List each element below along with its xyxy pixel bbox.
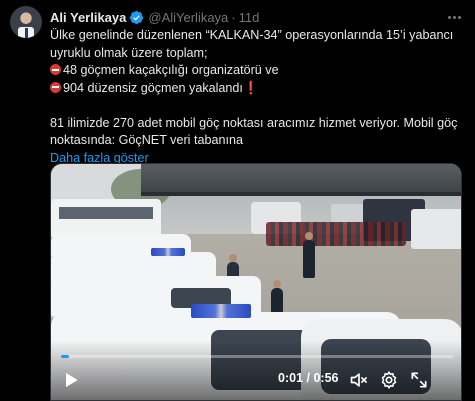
scene-bus bbox=[51, 199, 161, 239]
scene-police-light bbox=[191, 304, 251, 318]
play-icon[interactable] bbox=[61, 370, 81, 390]
tweet-line-3-text: 904 düzensiz göçmen yakalandı bbox=[63, 80, 243, 95]
tweet-header: Ali Yerlikaya @AliYerlikaya · 11d bbox=[50, 8, 259, 26]
no-entry-emoji-icon bbox=[50, 81, 61, 93]
scene-person-head bbox=[305, 232, 313, 240]
video-progress-fill bbox=[61, 355, 69, 358]
tweet-line-2-text: 48 göçmen kaçakçılığı organizatörü ve bbox=[63, 63, 279, 77]
more-dot bbox=[447, 15, 451, 19]
settings-gear-icon[interactable] bbox=[379, 370, 399, 390]
exclamation-emoji-icon: ❗ bbox=[242, 80, 259, 95]
author-handle[interactable]: @AliYerlikaya bbox=[148, 10, 228, 25]
video-controls: 0:01 / 0:56 bbox=[51, 364, 461, 396]
tweet-text: Ülke genelinde düzenlenen “KALKAN-34” op… bbox=[50, 27, 462, 167]
more-options-icon[interactable] bbox=[445, 8, 463, 26]
more-dot bbox=[452, 15, 456, 19]
tweet-line-1: Ülke genelinde düzenlenen “KALKAN-34” op… bbox=[50, 28, 454, 60]
scene-police-light bbox=[151, 248, 185, 256]
scene-truck bbox=[411, 209, 461, 249]
scene-bus-window bbox=[59, 207, 153, 219]
scene-person-head bbox=[273, 280, 281, 288]
tweet-line-4: 81 ilimizde 270 adet mobil göç noktası a… bbox=[50, 115, 458, 148]
video-progress-bar[interactable] bbox=[61, 355, 453, 358]
no-entry-emoji-icon bbox=[50, 64, 61, 75]
video-time: 0:01 / 0:56 bbox=[278, 371, 338, 385]
scene-canopy-edge bbox=[141, 192, 461, 196]
tweet-line-3: 904 düzensiz göçmen yakalandı❗ bbox=[50, 80, 462, 98]
scene-crowd bbox=[266, 222, 406, 246]
scene-canopy bbox=[141, 164, 461, 194]
scene-person-head bbox=[229, 254, 237, 262]
verified-badge-icon bbox=[130, 10, 144, 24]
volume-muted-icon[interactable] bbox=[349, 370, 369, 390]
header-separator: · bbox=[231, 9, 236, 25]
video-player[interactable]: 0:01 / 0:56 bbox=[50, 163, 462, 401]
more-dot bbox=[457, 15, 461, 19]
current-time: 0:01 bbox=[278, 371, 304, 385]
scene-person bbox=[303, 240, 315, 278]
author-name[interactable]: Ali Yerlikaya bbox=[50, 10, 126, 25]
fullscreen-icon[interactable] bbox=[409, 370, 429, 390]
time-separator: / bbox=[303, 371, 314, 385]
avatar-tie bbox=[24, 28, 28, 38]
duration: 0:56 bbox=[313, 371, 339, 385]
post-time[interactable]: 11d bbox=[239, 10, 260, 25]
tweet-card[interactable]: Ali Yerlikaya @AliYerlikaya · 11d Ülke g… bbox=[0, 0, 475, 401]
author-avatar[interactable] bbox=[10, 6, 42, 38]
tweet-line-2: 48 göçmen kaçakçılığı organizatörü ve bbox=[50, 62, 462, 80]
